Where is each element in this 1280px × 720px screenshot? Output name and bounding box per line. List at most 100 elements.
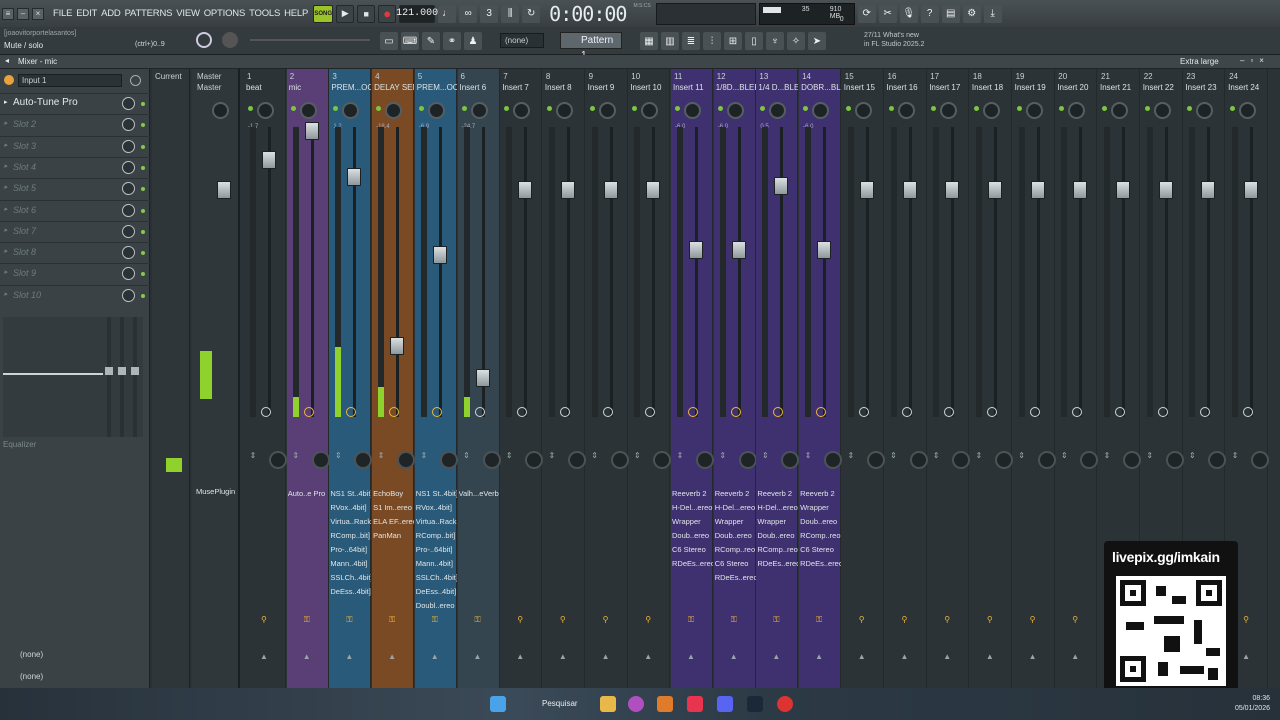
piano-roll-icon[interactable]: ⌨ — [401, 32, 419, 50]
mixer-track[interactable]: 8 Insert 8 ⇕ ⚲ ▲ — [543, 69, 586, 688]
send-knob[interactable] — [688, 407, 698, 417]
news-panel[interactable]: 27/11 What's new in FL Studio 2025.2 — [864, 31, 924, 49]
track-pan-knob[interactable] — [598, 102, 616, 119]
slot-mix-knob[interactable] — [122, 160, 135, 174]
track-stereo-knob[interactable] — [567, 451, 586, 469]
play-button[interactable]: ▶ — [336, 4, 355, 23]
track-pan-knob[interactable] — [470, 102, 488, 119]
record-button[interactable]: ● — [378, 4, 397, 23]
slot-mix-knob[interactable] — [122, 97, 135, 110]
fx-item[interactable]: SSLCh..4bit] — [416, 571, 457, 585]
fx-item[interactable]: Reeverb 2 — [715, 487, 756, 501]
route-arrow-icon[interactable]: ▲ — [388, 652, 396, 661]
mixer-track[interactable]: 131/4 D...BLER0.5⇕Reeverb 2H-Del...ereoW… — [756, 69, 800, 688]
fx-item[interactable]: RVox..4bit] — [416, 501, 457, 515]
track-pan-knob[interactable] — [854, 102, 872, 119]
mixer-track[interactable]: 19 Insert 19 ⇕ ⚲ ▲ — [1013, 69, 1056, 688]
track-enable-led[interactable] — [418, 106, 424, 111]
volume-fader[interactable] — [560, 181, 575, 199]
stereo-separation-icon[interactable]: ⇕ — [803, 451, 813, 469]
route-arrow-icon[interactable]: ▲ — [901, 652, 909, 661]
stereo-separation-icon[interactable]: ⇕ — [1230, 451, 1240, 469]
system-clock[interactable]: 08:36 05/01/2026 — [1235, 694, 1270, 714]
track-enable-led[interactable] — [376, 106, 382, 111]
fx-item[interactable]: Wrapper — [757, 515, 798, 529]
track-enable-led[interactable] — [589, 106, 595, 111]
fx-item[interactable]: Doub..ereo — [672, 529, 713, 543]
route-lock-icon[interactable]: ⚿ — [773, 615, 779, 625]
route-lock-icon[interactable]: ⚲ — [859, 615, 865, 624]
route-arrow-icon[interactable]: ▲ — [260, 652, 268, 661]
send-knob[interactable] — [858, 407, 869, 417]
browser-icon[interactable]: ▯ — [745, 32, 763, 50]
arrange-icon[interactable]: ▦ — [640, 32, 658, 50]
mixer-track[interactable]: 7 Insert 7 ⇕ ⚲ ▲ — [500, 69, 544, 688]
mixer-track[interactable]: 6Insert 6-24.7⇕Valh...eVerb⚿▲ — [457, 69, 501, 688]
mixer-track[interactable]: 3PREM...OCAL1.2⇕NS1 St..4bit]RVox..4bit]… — [329, 69, 373, 688]
send-knob[interactable] — [1115, 407, 1125, 417]
track-enable-led[interactable] — [888, 106, 894, 111]
eq-band-handle[interactable] — [105, 367, 113, 375]
track-stereo-knob[interactable] — [610, 451, 629, 469]
master-fader[interactable] — [217, 181, 231, 199]
wait-icon[interactable]: ∞ — [459, 4, 478, 23]
download-icon[interactable]: ⤓ — [983, 4, 1002, 23]
route-lock-icon[interactable]: ⚲ — [987, 615, 993, 624]
link-icon[interactable]: ⚭ — [443, 32, 461, 50]
track-enable-led[interactable] — [845, 106, 851, 111]
microphone-icon[interactable]: 🎙 — [899, 4, 918, 23]
fx-slot[interactable]: Slot 6 ▸ — [0, 199, 150, 220]
slot-enable-led[interactable] — [141, 229, 145, 234]
track-pan-knob[interactable] — [726, 102, 744, 119]
route-arrow-icon[interactable]: ▲ — [1071, 652, 1079, 661]
track-stereo-knob[interactable] — [952, 451, 971, 469]
track-stereo-knob[interactable] — [738, 451, 757, 469]
track-enable-led[interactable] — [632, 106, 638, 111]
track-pan-knob[interactable] — [385, 102, 403, 119]
fx-slot[interactable]: Auto-Tune Pro ▸ — [0, 93, 150, 113]
route-arrow-icon[interactable]: ▲ — [516, 652, 524, 661]
stereo-separation-icon[interactable]: ⇕ — [547, 451, 557, 469]
fx-slot[interactable]: Slot 8 ▸ — [0, 242, 150, 262]
track-stereo-knob[interactable] — [866, 451, 885, 469]
route-lock-icon[interactable]: ⚿ — [389, 615, 395, 625]
track-enable-led[interactable] — [1230, 106, 1236, 111]
track-stereo-knob[interactable] — [1123, 451, 1141, 469]
fx-item[interactable]: S1 Im..ereo — [373, 501, 414, 515]
slot-mix-knob[interactable] — [122, 182, 135, 196]
hamburger-icon[interactable]: ≡ — [2, 7, 14, 20]
volume-fader[interactable] — [1073, 181, 1088, 199]
fx-item[interactable]: RDeEs..ereo — [800, 557, 841, 571]
track-pan-knob[interactable] — [299, 102, 317, 119]
slot-enable-led[interactable] — [141, 144, 145, 149]
mixer-track[interactable]: 20 Insert 20 ⇕ ⚲ ▲ — [1055, 69, 1099, 688]
track-stereo-knob[interactable] — [653, 451, 672, 469]
mixer-track[interactable]: 17 Insert 17 ⇕ ⚲ ▲ — [927, 69, 971, 688]
fx-item[interactable]: ELA EF..ereo — [373, 515, 414, 529]
route-arrow-icon[interactable]: ▲ — [986, 652, 994, 661]
stereo-separation-icon[interactable]: ⇕ — [1017, 451, 1027, 469]
fx-slot[interactable]: Slot 5 ▸ — [0, 178, 150, 198]
track-stereo-knob[interactable] — [1208, 451, 1227, 469]
volume-fader[interactable] — [432, 246, 447, 264]
route-arrow-icon[interactable]: ▲ — [730, 652, 738, 661]
slot-mix-knob[interactable] — [122, 224, 135, 238]
track-enable-led[interactable] — [760, 106, 766, 111]
slot-mix-knob[interactable] — [122, 118, 135, 132]
menu-item-view[interactable]: VIEW — [174, 8, 201, 19]
route-lock-icon[interactable]: ⚲ — [560, 615, 566, 624]
master-pan-knob[interactable] — [212, 102, 229, 119]
file-explorer-icon[interactable] — [600, 696, 616, 712]
windows-start-icon[interactable] — [490, 696, 506, 712]
save-icon[interactable]: ▤ — [941, 4, 960, 23]
routing-select-1[interactable]: (none) — [4, 647, 144, 663]
slot-mix-knob[interactable] — [122, 246, 135, 260]
mixer-icon[interactable]: ⫶ — [703, 32, 721, 50]
fx-slot[interactable]: Slot 9 ▸ — [0, 263, 150, 283]
track-enable-led[interactable] — [1016, 106, 1022, 111]
stamp-icon[interactable]: ♟ — [464, 32, 482, 50]
stereo-separation-icon[interactable]: ⇕ — [632, 451, 642, 469]
track-stereo-knob[interactable] — [909, 451, 928, 469]
track-enable-led[interactable] — [1102, 106, 1107, 111]
slot-enable-led[interactable] — [141, 165, 145, 170]
